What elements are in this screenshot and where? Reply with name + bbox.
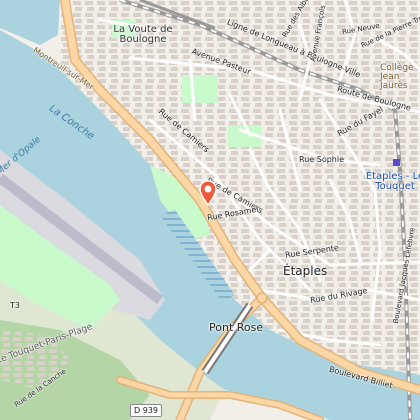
map-pin-shape xyxy=(199,180,217,206)
park-north xyxy=(182,75,218,103)
road-label-t3: T3 xyxy=(10,301,20,310)
street-label-sophie: Rue Sophie xyxy=(299,155,344,164)
place-label-etaples: Étaples xyxy=(283,264,328,278)
place-label-station: Étaples - Le Touquet xyxy=(365,171,420,192)
road-shield-d939: D 939 xyxy=(130,404,162,417)
bridge-label: Pont Rose xyxy=(209,321,264,334)
map-canvas[interactable]: Étaples La Voute de Boulogne Collège Jea… xyxy=(0,0,420,420)
roundabout xyxy=(256,292,268,304)
place-label-voute: La Voute de Boulogne xyxy=(113,24,173,45)
map-pin-icon[interactable] xyxy=(199,180,217,206)
place-label-college: Collège Jean Jaurès xyxy=(380,63,414,91)
train-station-icon xyxy=(393,159,400,166)
